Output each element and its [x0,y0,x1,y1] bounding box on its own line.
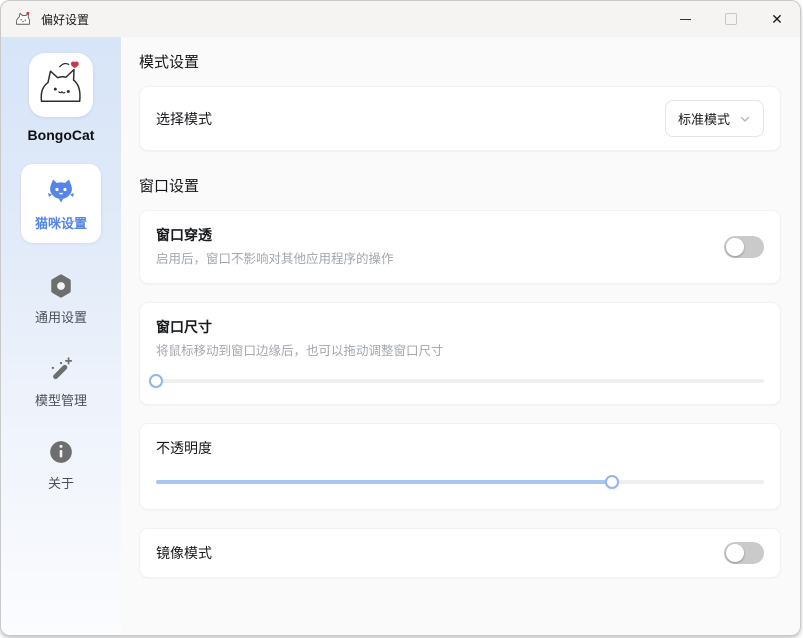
magic-wand-icon [48,356,74,382]
mode-select-dropdown[interactable]: 标准模式 [665,100,764,137]
titlebar: 偏好设置 ✕ [1,1,800,37]
click-through-card: 窗口穿透 启用后，窗口不影响对其他应用程序的操作 [139,210,781,284]
sidebar: BongoCat 猫咪设置 [1,37,121,636]
settings-panel: 模式设置 选择模式 标准模式 窗口设置 窗口穿透 启用后，窗口不影响对其他应用程… [121,37,800,636]
nut-icon [48,273,74,299]
opacity-slider[interactable] [156,475,764,489]
click-through-description: 启用后，窗口不影响对其他应用程序的操作 [156,252,394,267]
cat-face-icon [46,177,76,205]
section-title-window: 窗口设置 [139,177,781,197]
sidebar-item-about[interactable]: 关于 [21,439,101,492]
mirror-mode-label: 镜像模式 [156,545,212,561]
sidebar-item-label: 猫咪设置 [35,213,87,232]
sidebar-nav: 猫咪设置 通用设置 [1,143,121,492]
sidebar-item-general-settings[interactable]: 通用设置 [21,273,101,326]
window-size-card: 窗口尺寸 将鼠标移动到窗口边缘后，也可以拖动调整窗口尺寸 [139,302,781,405]
section-title-mode: 模式设置 [139,53,781,73]
click-through-toggle[interactable] [724,236,764,258]
select-mode-label: 选择模式 [156,111,212,127]
mirror-mode-card: 镜像模式 [139,528,781,578]
mode-selected-value: 标准模式 [678,109,730,128]
slider-track [156,379,764,383]
sidebar-item-cat-settings[interactable]: 猫咪设置 [21,164,101,243]
slider-fill [156,480,612,484]
window-size-slider[interactable] [156,374,764,388]
close-icon[interactable]: ✕ [754,1,800,37]
click-through-label: 窗口穿透 [156,227,394,243]
sidebar-item-label: 通用设置 [35,307,87,326]
sidebar-item-label: 模型管理 [35,390,87,409]
window-size-label: 窗口尺寸 [156,319,764,335]
app-logo [29,53,93,117]
bongocat-logo-icon [13,9,33,29]
mirror-mode-toggle[interactable] [724,542,764,564]
slider-handle[interactable] [149,374,163,388]
maximize-icon [708,1,754,37]
opacity-card: 不透明度 [139,423,781,510]
sidebar-item-label: 关于 [48,473,74,492]
window-title: 偏好设置 [41,11,89,28]
select-mode-card: 选择模式 标准模式 [139,86,781,151]
opacity-label: 不透明度 [156,440,764,456]
window-size-description: 将鼠标移动到窗口边缘后，也可以拖动调整窗口尺寸 [156,344,764,359]
chevron-down-icon [739,113,751,125]
app-name: BongoCat [28,127,95,143]
preferences-window: 偏好设置 ✕ BongoCat [0,0,801,636]
minimize-icon[interactable] [662,1,708,37]
slider-handle[interactable] [605,475,619,489]
window-controls: ✕ [662,1,800,37]
info-icon [48,439,74,465]
sidebar-item-model-management[interactable]: 模型管理 [21,356,101,409]
